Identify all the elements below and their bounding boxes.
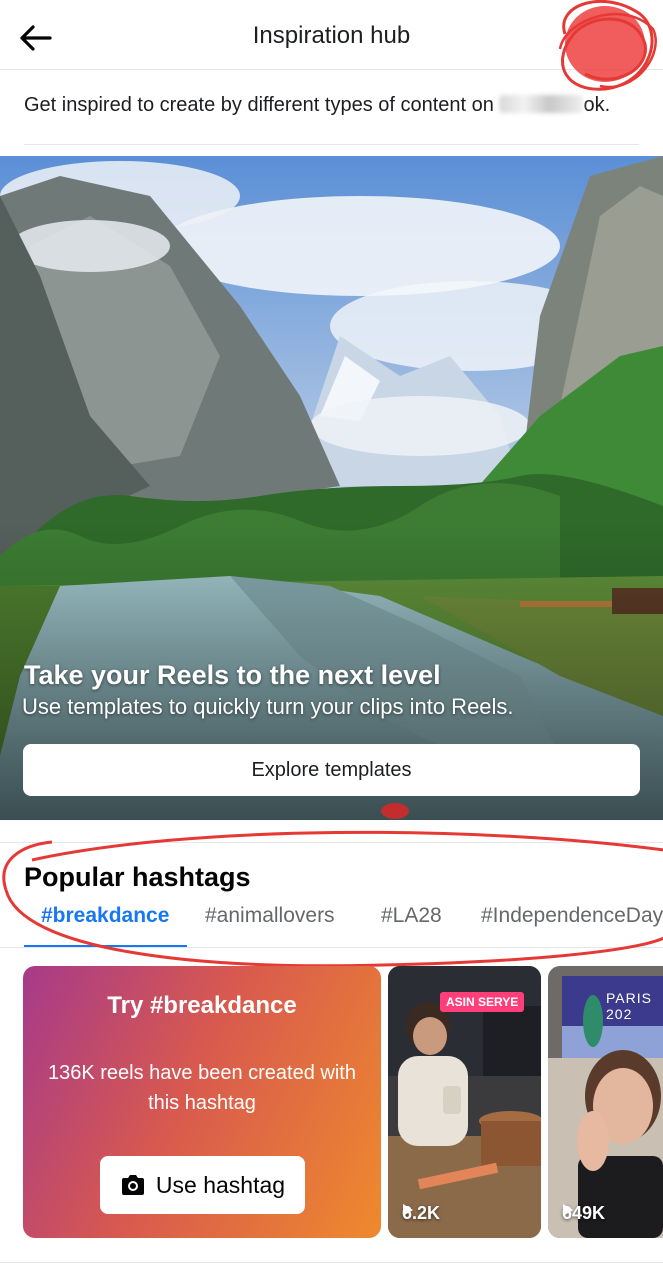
reel-thumbnail[interactable]: PARIS 202 649K	[548, 966, 663, 1238]
templates-banner: Take your Reels to the next level Use te…	[0, 156, 663, 820]
reel-views: 6.2K	[402, 1203, 440, 1224]
active-tab-indicator	[24, 945, 187, 947]
hashtag-tabs: #breakdance #animallovers #LA28 #Indepen…	[0, 896, 663, 948]
try-hashtag-description: 136K reels have been created with this h…	[48, 1062, 356, 1114]
use-hashtag-button[interactable]: Use hashtag	[100, 1156, 305, 1214]
reel-overlay-text: PARIS 202	[606, 990, 652, 1022]
tab-la28[interactable]: #LA28	[381, 904, 442, 928]
use-hashtag-label: Use hashtag	[155, 1171, 286, 1198]
play-icon	[403, 1204, 413, 1216]
tab-independenceday[interactable]: #IndependenceDay	[481, 904, 663, 928]
tab-animallovers[interactable]: #animallovers	[205, 904, 335, 928]
tab-breakdance[interactable]: #breakdance	[41, 904, 169, 928]
play-icon	[563, 1204, 573, 1216]
hub-description-tail: ok.	[583, 94, 611, 116]
reel-badge: ASIN SERYE	[440, 992, 525, 1012]
divider	[24, 144, 639, 145]
reel-views: 649K	[562, 1203, 605, 1224]
red-scribble-annotation	[558, 0, 657, 91]
divider	[0, 1262, 663, 1263]
banner-title: Take your Reels to the next level	[24, 660, 441, 690]
explore-templates-button[interactable]: Explore templates	[23, 744, 640, 796]
redacted-text	[499, 95, 584, 113]
try-hashtag-title: Try #breakdance	[107, 992, 297, 1019]
hub-description-text: Get inspired to create by different type…	[24, 94, 494, 116]
section-title: Popular hashtags	[24, 862, 251, 892]
landscape-image	[0, 156, 663, 820]
camera-icon	[121, 1175, 144, 1195]
hub-description: Get inspired to create by different type…	[24, 94, 610, 117]
banner-description: Use templates to quickly turn your clips…	[22, 694, 514, 719]
reel-thumbnail[interactable]: ASIN SERYE 6.2K	[388, 966, 541, 1238]
try-hashtag-card: Try #breakdance 136K reels have been cre…	[23, 966, 381, 1238]
divider	[0, 842, 663, 843]
